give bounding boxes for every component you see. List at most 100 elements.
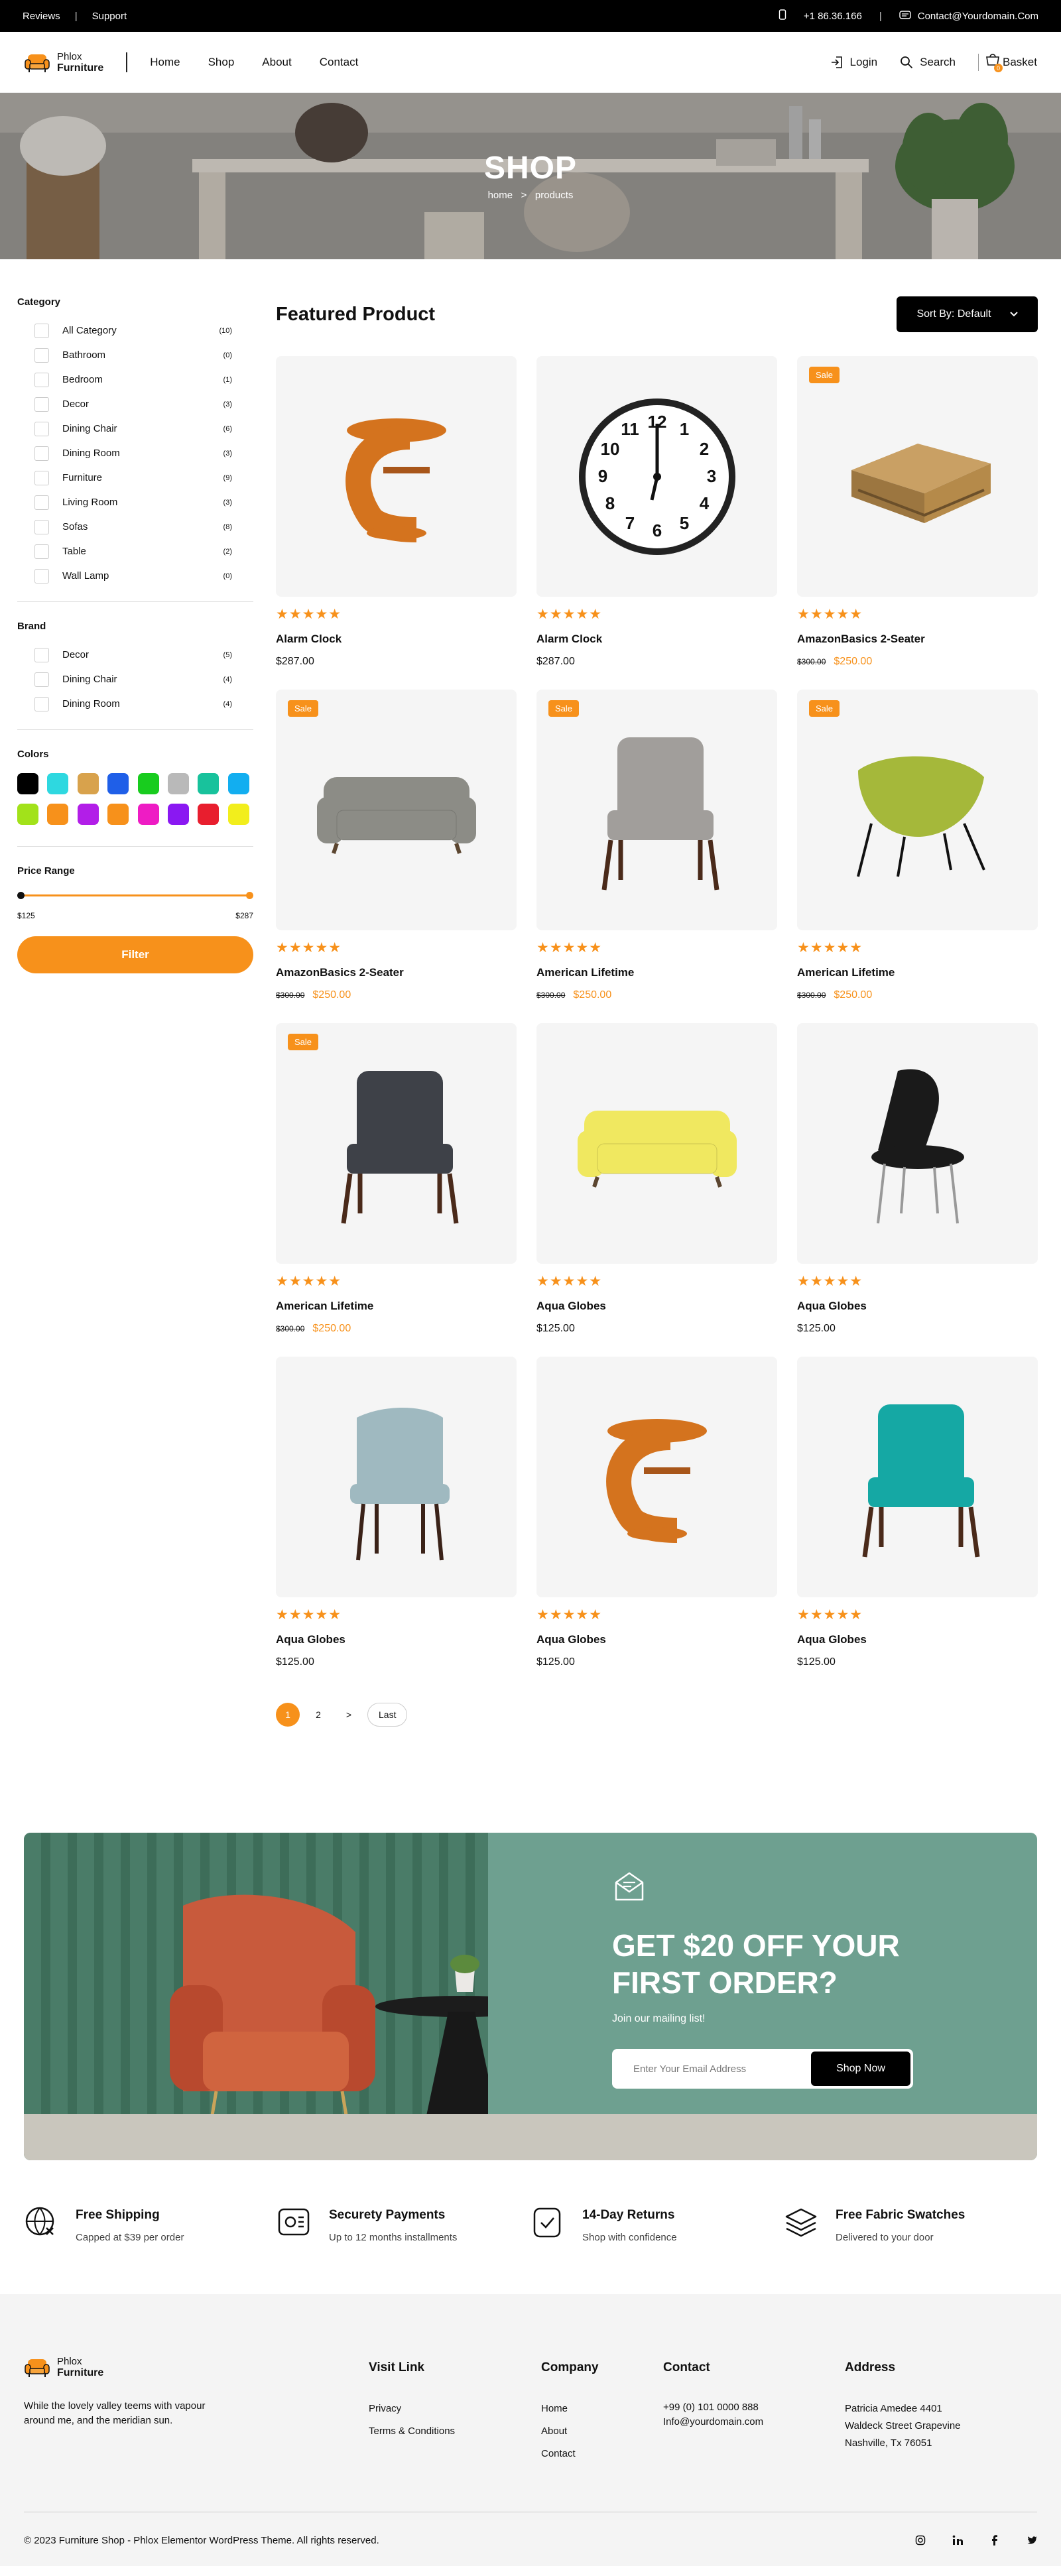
page-1[interactable]: 1 [276,1703,300,1727]
sort-dropdown[interactable]: Sort By: Default [897,296,1038,332]
page-2[interactable]: 2 [306,1703,330,1727]
login-button[interactable]: Login [830,56,877,69]
product-name[interactable]: AmazonBasics 2-Seater [797,633,1038,646]
twitter-icon[interactable] [1027,2535,1037,2545]
product-name[interactable]: Alarm Clock [276,633,517,646]
category-item[interactable]: Bathroom (0) [17,343,253,367]
product-image[interactable]: 1 2 3 4 5 6 7 8 9 10 11 12 [536,356,777,597]
product-card[interactable]: Sale ★★★★★ AmazonBasics 2-Seater $300.00 $25… [797,356,1038,668]
category-item[interactable]: Living Room (3) [17,490,253,515]
basket-button[interactable]: 0 Basket [985,53,1037,72]
product-card[interactable]: ★★★★★ Aqua Globes $125.00 [276,1357,517,1668]
facebook-icon[interactable] [989,2535,1000,2545]
nav-home[interactable]: Home [150,56,180,69]
category-item[interactable]: Table (2) [17,539,253,564]
checkbox[interactable] [34,347,49,363]
category-item[interactable]: Dining Room (3) [17,441,253,465]
product-card[interactable]: Sale ★★★★★ American Lifetime $300.00 $250.00 [276,1023,517,1335]
color-swatch[interactable] [227,773,249,794]
brand-item[interactable]: Dining Chair (4) [17,667,253,692]
email-link[interactable]: Contact@Yourdomain.Com [918,11,1038,22]
product-card[interactable]: Sale ★★★★★ American Lifetime $300.00 $250.00 [536,690,777,1001]
product-image[interactable] [276,356,517,597]
product-image[interactable] [797,1357,1038,1597]
checkbox[interactable] [34,470,49,485]
footer-about-link[interactable]: About [541,2423,663,2440]
product-name[interactable]: Aqua Globes [536,1633,777,1646]
product-image[interactable]: Sale [276,1023,517,1264]
logo[interactable]: Phlox Furniture [24,49,103,76]
product-card[interactable]: ★★★★★ Aqua Globes $125.00 [797,1023,1038,1335]
product-name[interactable]: Aqua Globes [797,1300,1038,1313]
linkedin-icon[interactable] [952,2535,963,2545]
last-page[interactable]: Last [367,1703,408,1727]
checkbox[interactable] [34,421,49,436]
footer-contact-link[interactable]: Contact [541,2445,663,2463]
color-swatch[interactable] [167,773,189,794]
color-swatch[interactable] [47,804,69,825]
checkbox[interactable] [34,519,49,534]
category-item[interactable]: All Category (10) [17,318,253,343]
color-swatch[interactable] [137,804,159,825]
color-swatch[interactable] [227,804,249,825]
color-swatch[interactable] [77,773,99,794]
checkbox[interactable] [34,446,49,461]
checkbox[interactable] [34,647,49,662]
product-card[interactable]: Sale ★★★★★ AmazonBasics 2-Seater $300.00 $25… [276,690,517,1001]
product-image[interactable]: Sale [797,356,1038,597]
color-swatch[interactable] [167,804,189,825]
product-card[interactable]: 1 2 3 4 5 6 7 8 9 10 11 12 ★★★★★ Alarm Clock $287.00 [536,356,777,668]
product-image[interactable] [276,1357,517,1597]
product-name[interactable]: AmazonBasics 2-Seater [276,966,517,979]
checkbox[interactable] [34,372,49,387]
product-card[interactable]: ★★★★★ Aqua Globes $125.00 [797,1357,1038,1668]
footer-home-link[interactable]: Home [541,2400,663,2418]
breadcrumb-home[interactable]: home [488,190,513,201]
color-swatch[interactable] [17,773,38,794]
product-card[interactable]: Sale ★★★★★ American Lifetime $300.00 $250.00 [797,690,1038,1001]
category-item[interactable]: Sofas (8) [17,515,253,539]
color-swatch[interactable] [17,804,38,825]
color-swatch[interactable] [107,773,129,794]
checkbox[interactable] [34,696,49,711]
category-item[interactable]: Wall Lamp (0) [17,564,253,588]
checkbox[interactable] [34,672,49,687]
product-name[interactable]: Aqua Globes [797,1633,1038,1646]
price-max-handle[interactable] [246,892,253,899]
color-swatch[interactable] [198,773,219,794]
checkbox[interactable] [34,568,49,583]
support-link[interactable]: Support [92,11,127,22]
privacy-link[interactable]: Privacy [369,2400,541,2418]
product-image[interactable] [536,1357,777,1597]
product-name[interactable]: American Lifetime [797,966,1038,979]
nav-about[interactable]: About [262,56,291,69]
product-image[interactable]: Sale [797,690,1038,930]
footer-phone[interactable]: +99 (0) 101 0000 888 [663,2400,845,2415]
nav-contact[interactable]: Contact [320,56,359,69]
checkbox[interactable] [34,544,49,559]
product-card[interactable]: ★★★★★ Aqua Globes $125.00 [536,1023,777,1335]
checkbox[interactable] [34,323,49,338]
category-item[interactable]: Dining Chair (6) [17,416,253,441]
brand-item[interactable]: Dining Room (4) [17,692,253,716]
color-swatch[interactable] [47,773,69,794]
instagram-icon[interactable] [915,2535,926,2545]
product-name[interactable]: American Lifetime [276,1300,517,1313]
category-item[interactable]: Decor (3) [17,392,253,416]
product-name[interactable]: Aqua Globes [536,1300,777,1313]
next-page[interactable]: > [337,1703,361,1727]
footer-logo[interactable]: Phlox Furniture [24,2354,369,2380]
price-min-handle[interactable] [17,892,25,899]
color-swatch[interactable] [137,773,159,794]
color-swatch[interactable] [107,804,129,825]
product-name[interactable]: American Lifetime [536,966,777,979]
terms-link[interactable]: Terms & Conditions [369,2423,541,2440]
search-button[interactable]: Search [900,56,956,69]
filter-button[interactable]: Filter [17,936,253,973]
product-name[interactable]: Aqua Globes [276,1633,517,1646]
product-card[interactable]: ★★★★★ Alarm Clock $287.00 [276,356,517,668]
product-image[interactable]: Sale [536,690,777,930]
brand-item[interactable]: Decor (5) [17,643,253,667]
color-swatch[interactable] [198,804,219,825]
category-item[interactable]: Bedroom (1) [17,367,253,392]
